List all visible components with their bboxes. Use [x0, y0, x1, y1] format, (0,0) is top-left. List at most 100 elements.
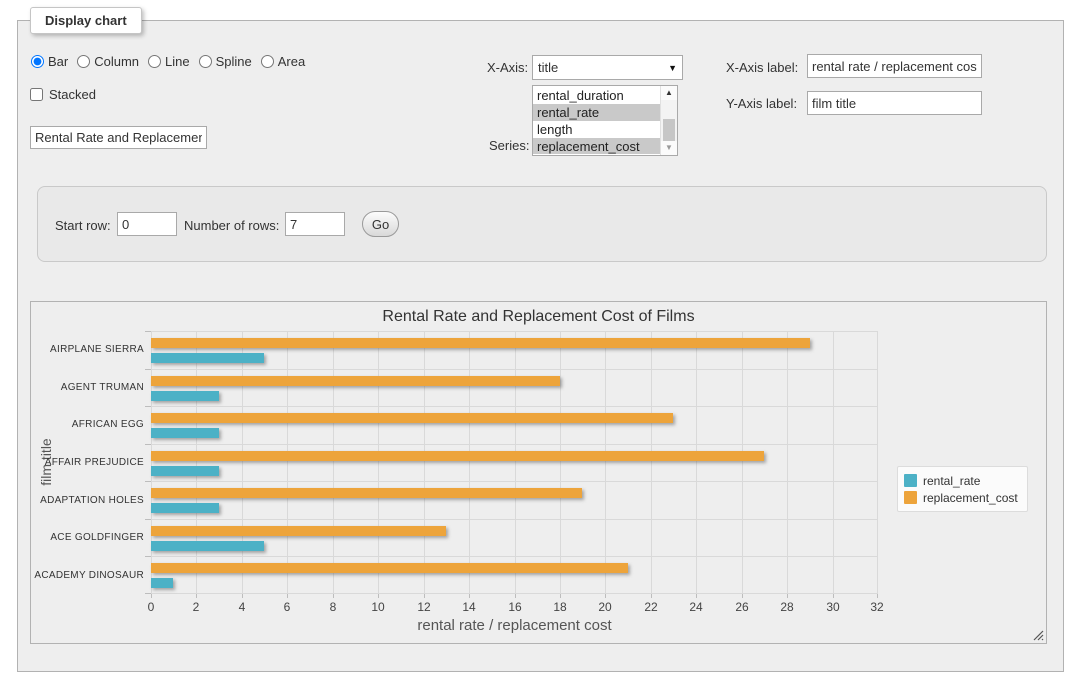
x-axis-tick-label: 6 [272, 600, 302, 614]
x-axis-tick [287, 594, 288, 598]
x-axis-tick [787, 594, 788, 598]
legend-item-replacement_cost[interactable]: replacement_cost [904, 489, 1018, 506]
chart-type-option-line[interactable]: Line [148, 54, 190, 69]
x-axis-tick [151, 594, 152, 598]
gridline [151, 369, 878, 370]
gridline [333, 331, 334, 594]
x-axis-tick [651, 594, 652, 598]
bar-rental_rate [151, 391, 219, 401]
go-button[interactable]: Go [362, 211, 399, 237]
gridline [378, 331, 379, 594]
x-axis-tick-label: 30 [818, 600, 848, 614]
gridline [742, 331, 743, 594]
bar-replacement_cost [151, 451, 764, 461]
chart-title-input[interactable] [30, 126, 207, 149]
x-axis-tick-label: 18 [545, 600, 575, 614]
y-axis-tick [145, 556, 151, 557]
x-axis-tick [333, 594, 334, 598]
legend-item-rental_rate[interactable]: rental_rate [904, 472, 1018, 489]
x-axis-select-wrap: title ▼ [532, 55, 683, 80]
chart-type-radio-label: Column [94, 54, 139, 69]
x-axis-tick [833, 594, 834, 598]
bar-rental_rate [151, 428, 219, 438]
y-axis-label-input[interactable] [807, 91, 982, 115]
chart-type-option-bar[interactable]: Bar [31, 54, 68, 69]
chart-type-radio-area[interactable] [261, 55, 274, 68]
series-listbox[interactable]: rental_durationrental_ratelengthreplacem… [532, 85, 678, 156]
x-axis-select-label: X-Axis: [487, 60, 528, 75]
x-axis-tick-label: 24 [681, 600, 711, 614]
x-axis-tick [696, 594, 697, 598]
series-listbox-scrollbar[interactable]: ▲ ▼ [660, 86, 677, 155]
start-row-input[interactable] [117, 212, 177, 236]
x-axis-tick [742, 594, 743, 598]
gridline [151, 406, 878, 407]
series-option-length[interactable]: length [533, 121, 660, 138]
chart-type-radio-bar[interactable] [31, 55, 44, 68]
gridline [151, 481, 878, 482]
chart-type-radio-label: Bar [48, 54, 68, 69]
gridline [151, 444, 878, 445]
x-axis-tick [515, 594, 516, 598]
chart-type-radio-column[interactable] [77, 55, 90, 68]
bar-rental_rate [151, 466, 219, 476]
gridline [469, 331, 470, 594]
chart-type-radio-line[interactable] [148, 55, 161, 68]
series-listbox-label: Series: [489, 138, 529, 153]
legend-swatch-rental_rate [904, 474, 917, 487]
gridline [560, 331, 561, 594]
x-axis-tick-label: 0 [136, 600, 166, 614]
y-axis-tick [145, 519, 151, 520]
x-axis-tick-label: 26 [727, 600, 757, 614]
legend-label: replacement_cost [923, 491, 1018, 505]
plot-area [151, 331, 878, 594]
chart-type-option-spline[interactable]: Spline [199, 54, 252, 69]
x-axis-tick [560, 594, 561, 598]
x-axis-tick [378, 594, 379, 598]
scrollbar-thumb[interactable] [663, 119, 675, 141]
x-axis-tick-label: 12 [409, 600, 439, 614]
category-label: AIRPLANE SIERRA [31, 331, 144, 369]
chart-resize-handle-icon[interactable] [1033, 630, 1044, 641]
x-axis-tick-label: 2 [181, 600, 211, 614]
chart-legend: rental_rate replacement_cost [897, 466, 1028, 512]
stacked-checkbox[interactable] [30, 88, 43, 101]
scrollbar-down-arrow-icon[interactable]: ▼ [661, 141, 677, 155]
x-axis-tick-label: 4 [227, 600, 257, 614]
chart-type-option-area[interactable]: Area [261, 54, 305, 69]
page: Display chart Bar Column Line Spline Area St… [0, 0, 1081, 681]
bar-rental_rate [151, 578, 173, 588]
chart-container: Rental Rate and Replacement Cost of Film… [30, 301, 1047, 644]
chart-type-option-column[interactable]: Column [77, 54, 139, 69]
gridline [151, 519, 878, 520]
x-axis-select[interactable]: title [532, 55, 683, 80]
series-options: rental_durationrental_ratelengthreplacem… [533, 87, 660, 154]
y-axis-label-caption: Y-Axis label: [726, 96, 797, 111]
series-option-rental_rate[interactable]: rental_rate [533, 104, 660, 121]
chart-type-radio-label: Area [278, 54, 305, 69]
number-of-rows-input[interactable] [285, 212, 345, 236]
bar-rental_rate [151, 353, 264, 363]
x-axis-tick-label: 28 [772, 600, 802, 614]
series-option-replacement_cost[interactable]: replacement_cost [533, 138, 660, 154]
x-axis-tick [196, 594, 197, 598]
bar-replacement_cost [151, 413, 673, 423]
category-label: AFRICAN EGG [31, 406, 144, 444]
category-label: ADAPTATION HOLES [31, 481, 144, 519]
y-axis-tick [145, 369, 151, 370]
chart-type-radios: Bar Column Line Spline Area [31, 52, 314, 70]
fieldset-legend: Display chart [30, 7, 142, 34]
category-label: AGENT TRUMAN [31, 369, 144, 407]
legend-label: rental_rate [923, 474, 980, 488]
x-axis-label-input[interactable] [807, 54, 982, 78]
stacked-checkbox-row[interactable]: Stacked [30, 87, 96, 102]
gridline [696, 331, 697, 594]
gridline [515, 331, 516, 594]
y-axis-tick [145, 331, 151, 332]
gridline [151, 331, 878, 332]
chart-type-radio-spline[interactable] [199, 55, 212, 68]
series-option-rental_duration[interactable]: rental_duration [533, 87, 660, 104]
y-axis-tick [145, 593, 151, 594]
scrollbar-up-arrow-icon[interactable]: ▲ [661, 86, 677, 100]
gridline [242, 331, 243, 594]
